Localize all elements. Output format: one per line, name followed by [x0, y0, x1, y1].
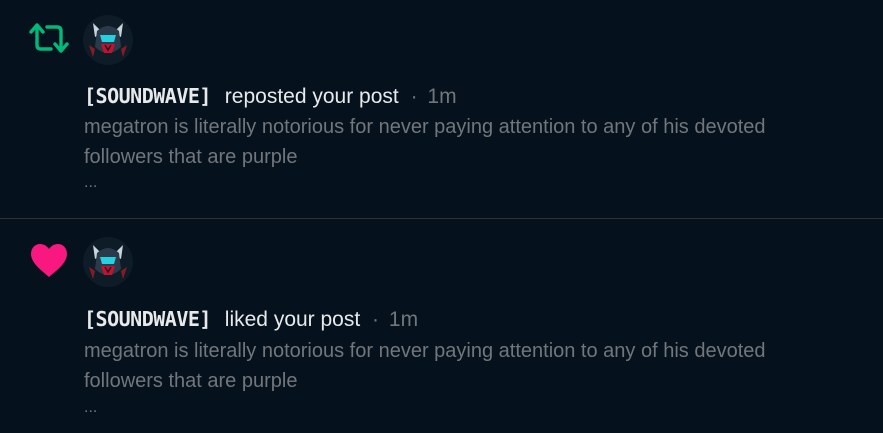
notification-repost[interactable]: [SOUNDWAVE] reposted your post · 1m mega…	[0, 0, 883, 218]
timestamp[interactable]: 1m	[427, 85, 456, 108]
notification-headline: [SOUNDWAVE] reposted your post · 1m	[84, 82, 457, 111]
user-avatar[interactable]	[83, 237, 133, 287]
post-preview-text: megatron is literally notorious for neve…	[84, 116, 766, 168]
notifications-feed: [SOUNDWAVE] reposted your post · 1m mega…	[0, 0, 883, 433]
repost-icon	[27, 18, 71, 58]
post-preview-text: megatron is literally notorious for neve…	[84, 340, 766, 392]
more-ellipsis: ...	[84, 399, 98, 416]
separator-dot: ·	[372, 308, 380, 331]
username-link[interactable]: [SOUNDWAVE]	[84, 84, 211, 108]
notification-like[interactable]: [SOUNDWAVE] liked your post · 1m megatro…	[0, 218, 883, 433]
separator-dot: ·	[410, 85, 418, 108]
user-avatar[interactable]	[83, 15, 133, 65]
heart-icon	[27, 241, 71, 281]
action-text: reposted your post	[224, 85, 399, 108]
notification-headline: [SOUNDWAVE] liked your post · 1m	[84, 305, 418, 334]
action-text: liked your post	[224, 308, 361, 331]
more-ellipsis: ...	[84, 174, 98, 191]
soundwave-avatar	[83, 237, 133, 287]
timestamp[interactable]: 1m	[389, 308, 418, 331]
username-link[interactable]: [SOUNDWAVE]	[84, 307, 211, 331]
soundwave-avatar	[83, 15, 133, 65]
